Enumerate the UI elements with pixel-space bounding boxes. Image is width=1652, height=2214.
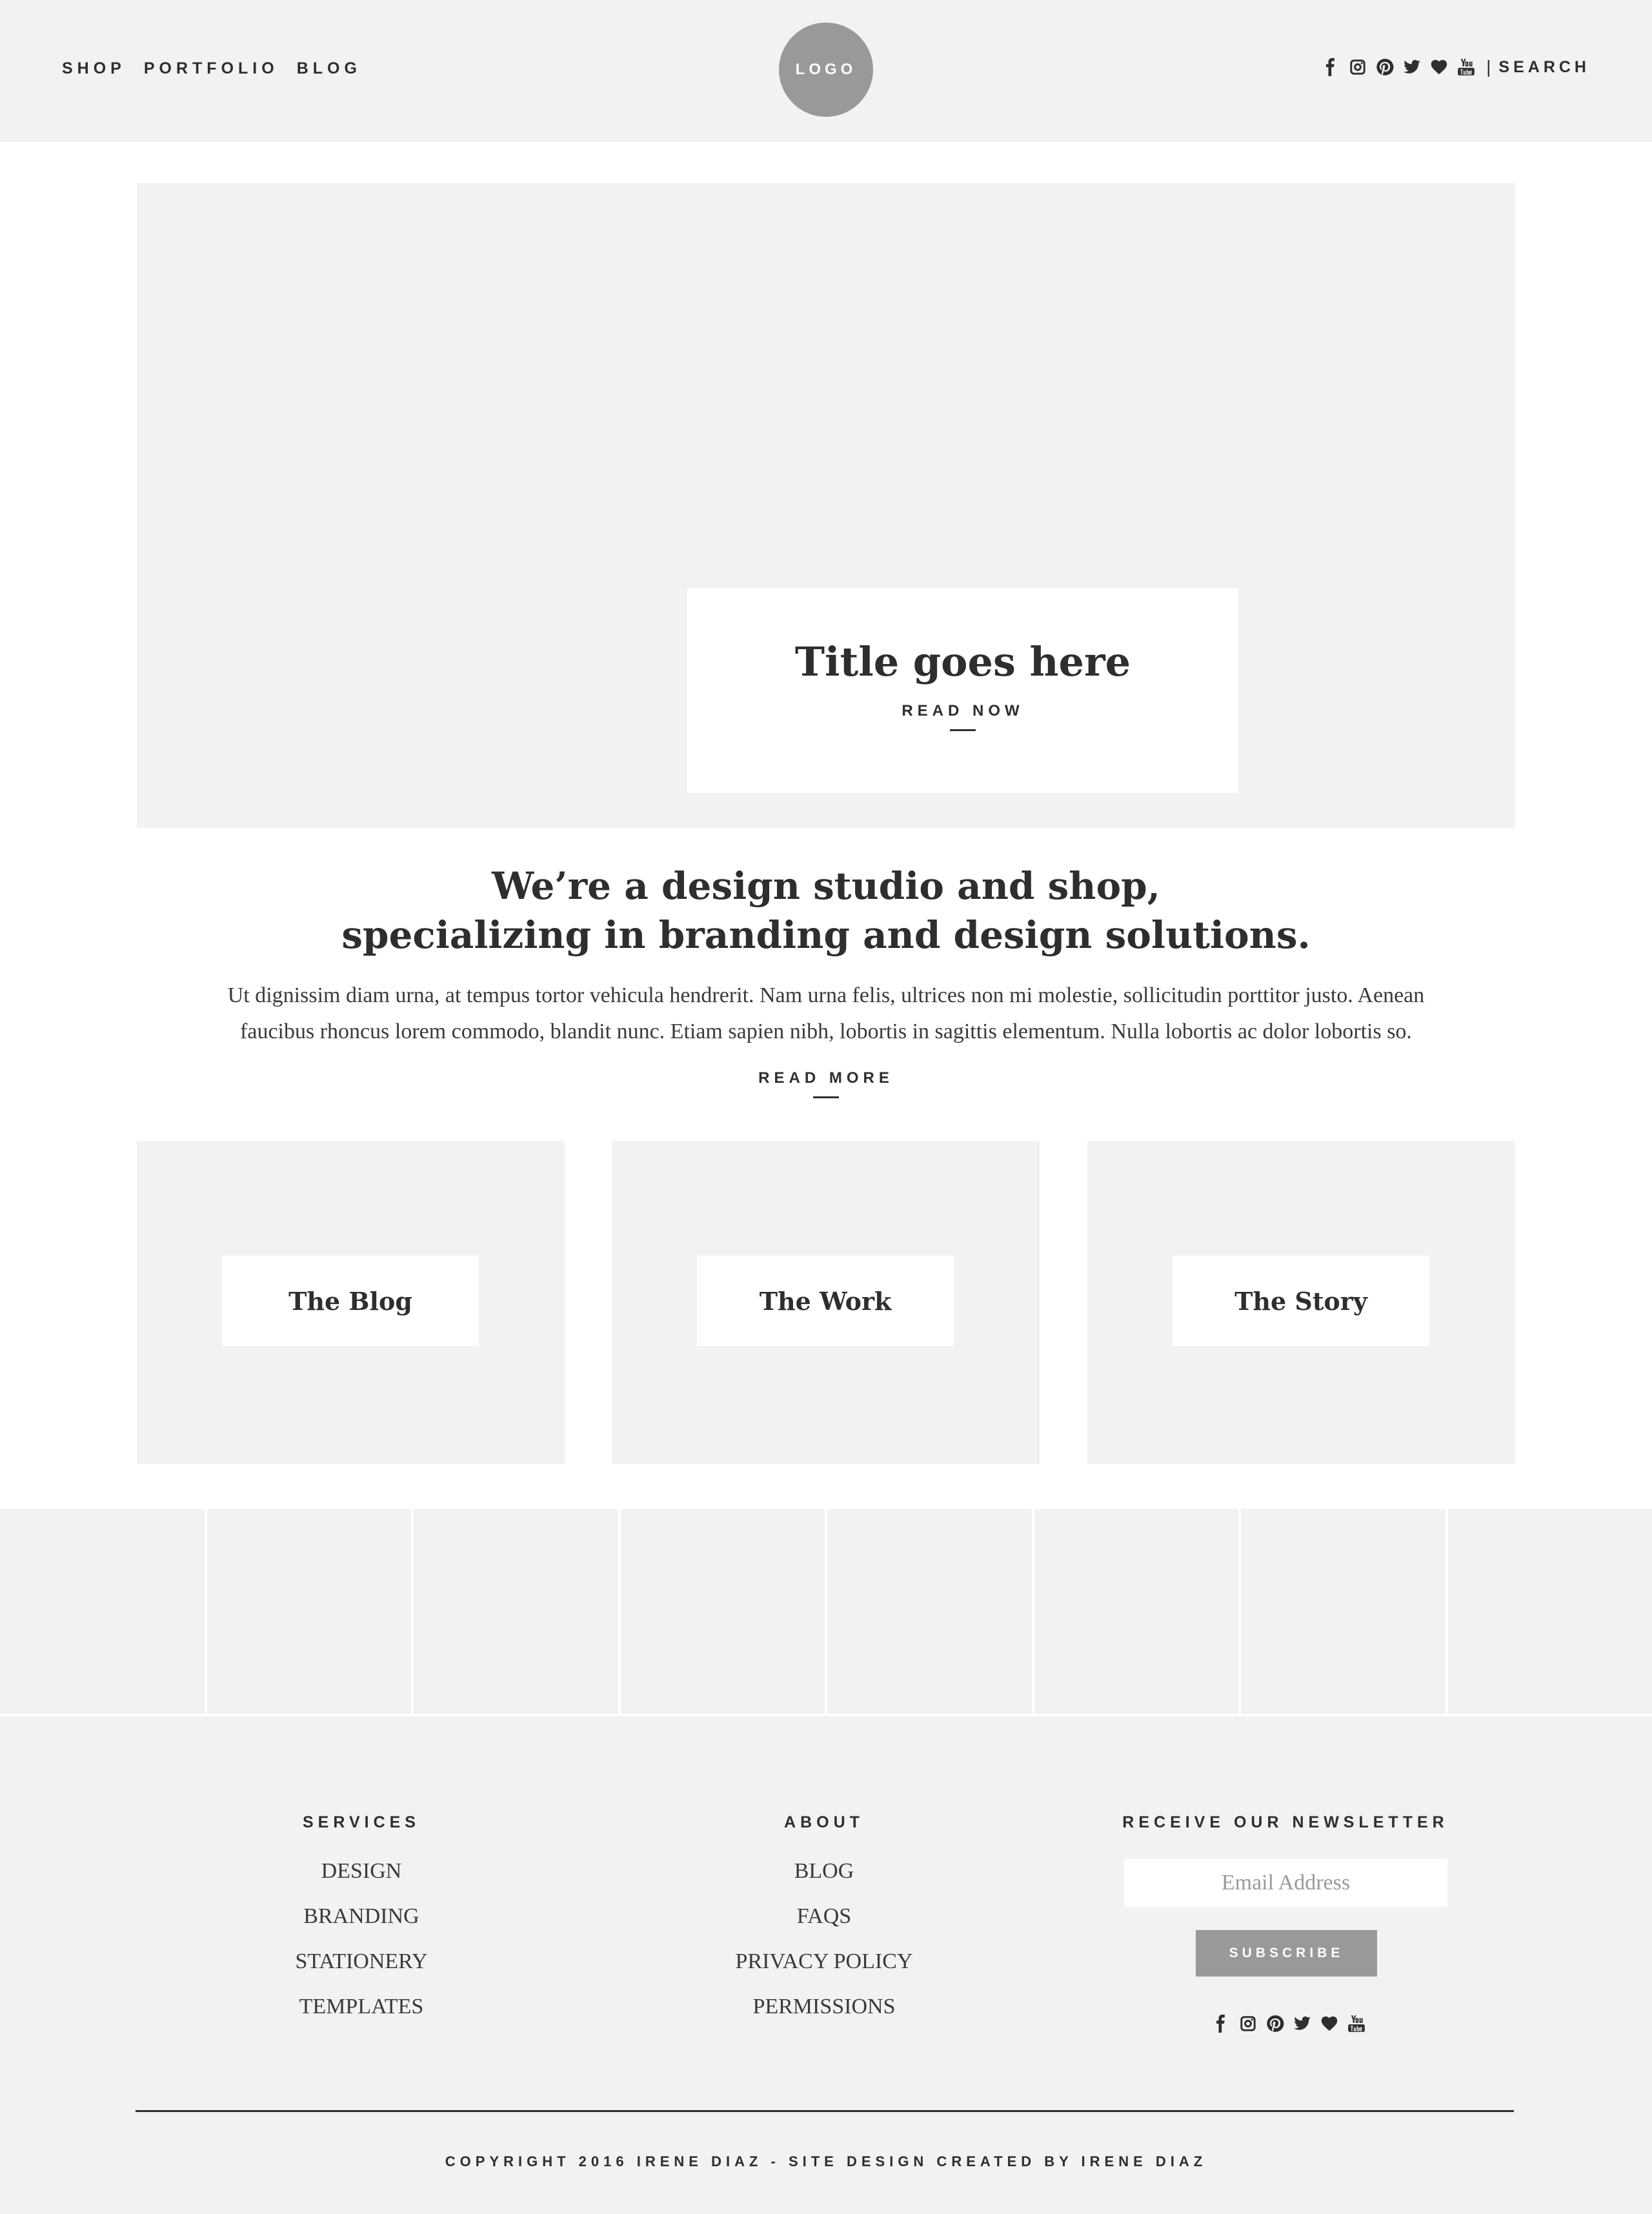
read-more-link[interactable]: READ MORE <box>137 1069 1515 1087</box>
instagram-feed <box>0 1509 1652 1714</box>
header-social-icons <box>1321 57 1476 77</box>
instagram-icon[interactable] <box>1238 2014 1258 2033</box>
intro-text-line1: Ut dignissim diam urna, at tempus tortor… <box>227 983 1425 1007</box>
search-link[interactable]: SEARCH <box>1498 58 1590 77</box>
nav-blog-link[interactable]: BLOG <box>297 59 361 78</box>
footer-about-heading: ABOUT <box>784 1813 864 1831</box>
footer-link-permissions[interactable]: PERMISSIONS <box>727 1993 921 2020</box>
main-nav: SHOP PORTFOLIO BLOG <box>62 59 361 78</box>
footer-link-stationery[interactable]: STATIONERY <box>265 1948 458 1975</box>
read-more-underline <box>813 1096 839 1098</box>
instagram-tile[interactable] <box>414 1509 618 1714</box>
site-header: SHOP PORTFOLIO BLOG LOGO | SEARCH <box>0 0 1652 142</box>
feature-card-label-box[interactable]: The Work <box>697 1256 954 1346</box>
youtube-icon[interactable] <box>1347 2014 1366 2033</box>
instagram-tile[interactable] <box>1447 1509 1652 1714</box>
nav-shop-link[interactable]: SHOP <box>62 59 126 78</box>
feature-card-work[interactable]: The Work <box>612 1141 1040 1464</box>
footer-about-list: BLOG FAQS PRIVACY POLICY PERMISSIONS <box>727 1858 921 2020</box>
instagram-tile[interactable] <box>206 1509 411 1714</box>
facebook-icon[interactable] <box>1321 57 1340 77</box>
twitter-icon[interactable] <box>1402 57 1422 77</box>
pinterest-icon[interactable] <box>1375 57 1395 77</box>
feature-card-story[interactable]: The Story <box>1087 1141 1515 1464</box>
footer-social-icons <box>1211 2014 1366 2033</box>
feature-card-title: The Blog <box>288 1286 412 1316</box>
twitter-icon[interactable] <box>1293 2014 1312 2033</box>
hero-card: Title goes here READ NOW <box>687 588 1238 793</box>
footer-about-column: ABOUT BLOG FAQS PRIVACY POLICY PERMISSIO… <box>727 1813 921 2020</box>
nav-portfolio-link[interactable]: PORTFOLIO <box>144 59 279 78</box>
intro-heading: We’re a design studio and shop, speciali… <box>137 861 1515 960</box>
copyright-text: COPYRIGHT 2016 IRENE DIAZ - SITE DESIGN … <box>445 2153 1207 2169</box>
footer-services-column: SERVICES DESIGN BRANDING STATIONERY TEMP… <box>265 1813 458 2020</box>
feature-card-label-box[interactable]: The Blog <box>222 1256 479 1346</box>
instagram-tile[interactable] <box>1241 1509 1446 1714</box>
header-utilities: | SEARCH <box>1321 57 1590 77</box>
instagram-tile[interactable] <box>827 1509 1032 1714</box>
newsletter-heading: RECEIVE OUR NEWSLETTER <box>1122 1813 1449 1831</box>
instagram-tile[interactable] <box>1034 1509 1238 1714</box>
newsletter-email-field[interactable] <box>1124 1859 1447 1907</box>
intro-text-line2: faucibus rhoncus lorem commodo, blandit … <box>240 1020 1412 1043</box>
footer-link-blog[interactable]: BLOG <box>727 1858 921 1884</box>
footer-services-list: DESIGN BRANDING STATIONERY TEMPLATES <box>265 1858 458 2020</box>
header-divider: | <box>1486 57 1491 77</box>
pinterest-icon[interactable] <box>1265 2014 1285 2033</box>
intro-paragraph: Ut dignissim diam urna, at tempus tortor… <box>213 978 1439 1050</box>
instagram-tile[interactable] <box>620 1509 825 1714</box>
feature-card-blog[interactable]: The Blog <box>137 1141 565 1464</box>
feature-card-title: The Story <box>1234 1286 1367 1316</box>
footer-divider-line <box>136 2110 1514 2112</box>
hero-image: Title goes here READ NOW <box>137 183 1515 828</box>
intro-section: We’re a design studio and shop, speciali… <box>137 861 1515 1098</box>
footer-link-branding[interactable]: BRANDING <box>265 1903 458 1929</box>
instagram-tile[interactable] <box>0 1509 205 1714</box>
footer-link-templates[interactable]: TEMPLATES <box>265 1993 458 2020</box>
footer-link-privacy-policy[interactable]: PRIVACY POLICY <box>727 1948 921 1975</box>
heart-icon[interactable] <box>1320 2014 1339 2033</box>
hero-title: Title goes here <box>794 638 1131 685</box>
facebook-icon[interactable] <box>1211 2014 1231 2033</box>
logo[interactable]: LOGO <box>779 23 873 117</box>
footer-link-design[interactable]: DESIGN <box>265 1858 458 1884</box>
feature-card-label-box[interactable]: The Story <box>1173 1256 1429 1346</box>
footer-link-faqs[interactable]: FAQS <box>727 1903 921 1929</box>
intro-heading-line2: specializing in branding and design solu… <box>341 913 1311 957</box>
logo-text: LOGO <box>795 61 857 78</box>
subscribe-button[interactable]: SUBSCRIBE <box>1196 1930 1377 1977</box>
read-now-link[interactable]: READ NOW <box>902 702 1023 720</box>
intro-heading-line1: We’re a design studio and shop, <box>492 864 1160 908</box>
footer-newsletter-column: RECEIVE OUR NEWSLETTER <box>1092 1813 1479 1832</box>
heart-icon[interactable] <box>1429 57 1449 77</box>
feature-card-title: The Work <box>759 1286 892 1316</box>
read-now-underline <box>950 729 976 731</box>
youtube-icon[interactable] <box>1456 57 1476 77</box>
footer-services-heading: SERVICES <box>303 1813 420 1831</box>
instagram-icon[interactable] <box>1348 57 1367 77</box>
